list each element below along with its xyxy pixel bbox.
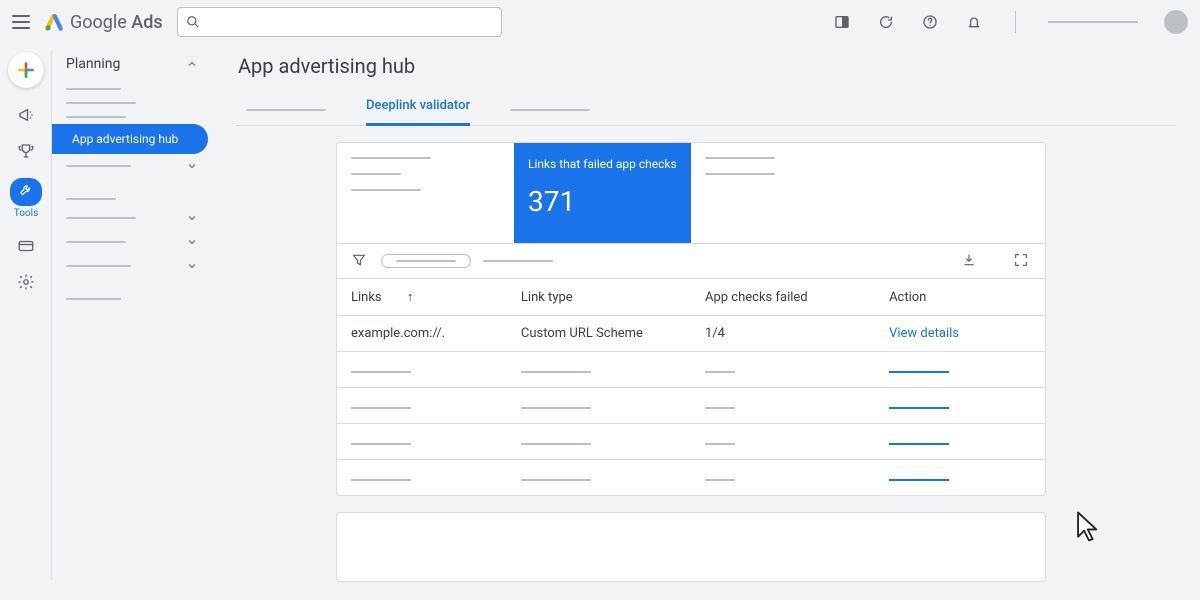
download-icon[interactable] [961,252,979,270]
results-table: Links ↑ Link type App checks failed Acti… [337,278,1045,495]
scorecard-failed[interactable]: Links that failed app checks 371 [514,143,691,243]
chevron-down-icon [186,260,198,272]
sidebar-item[interactable] [52,292,212,306]
scorecard[interactable] [691,143,868,243]
brand-text: Google Ads [70,12,163,33]
cell-action: View details [875,316,1045,352]
scorecard-label: Links that failed app checks [528,157,677,171]
action-placeholder[interactable] [889,371,949,373]
view-details-link[interactable]: View details [889,326,959,341]
chevron-down-icon [186,160,198,172]
action-placeholder[interactable] [889,479,949,481]
top-bar: Google Ads [0,0,1200,44]
account-placeholder[interactable] [1048,21,1138,23]
sidebar-item[interactable] [52,254,212,278]
sidebar-item[interactable] [52,82,212,96]
sidebar-item-app-hub[interactable]: App advertising hub [52,124,208,154]
sidebar-item[interactable] [52,206,212,230]
tools-icon [18,182,34,198]
col-action[interactable]: Action [875,279,1045,316]
sidebar-item[interactable] [52,96,212,110]
trophy-icon [17,142,35,160]
divider [1015,11,1016,33]
sidebar-item[interactable] [52,110,212,124]
side-panel: Planning App advertising hub [52,44,212,600]
sidebar-item[interactable] [52,230,212,254]
col-links[interactable]: Links ↑ [337,279,507,316]
sidebar-item[interactable] [52,192,212,206]
megaphone-icon [17,106,35,124]
menu-icon[interactable] [12,15,30,29]
product-logo[interactable]: Google Ads [44,12,163,33]
table-row[interactable] [337,460,1045,496]
left-rail: Tools [0,44,52,600]
filter-placeholder [483,260,553,262]
sidebar-item-label: App advertising hub [72,132,178,146]
action-placeholder[interactable] [889,407,949,409]
scorecards: Links that failed app checks 371 [337,143,1045,243]
sort-asc-icon: ↑ [407,290,414,305]
rail-billing[interactable] [8,237,44,255]
scorecard[interactable] [868,143,1045,243]
main-content: App advertising hub Deeplink validator L… [212,44,1200,600]
sidebar-item[interactable] [52,154,212,178]
col-checks[interactable]: App checks failed [691,279,875,316]
chevron-down-icon [186,212,198,224]
page-title: App advertising hub [238,54,1176,78]
cursor-icon [1074,510,1104,548]
card-icon [17,237,35,255]
scorecard-value: 371 [528,185,677,218]
rail-label: Tools [14,208,38,219]
validator-card: Links that failed app checks 371 [336,142,1046,496]
filter-bar [337,243,1045,278]
appearance-icon[interactable] [833,13,851,31]
rail-goals[interactable] [8,142,44,160]
tab-placeholder[interactable] [246,90,326,125]
help-icon[interactable] [921,13,939,31]
gear-icon [17,273,35,291]
chevron-down-icon [186,236,198,248]
rail-tools[interactable]: Tools [8,178,44,219]
scorecard[interactable] [337,143,514,243]
create-button[interactable] [8,52,44,88]
side-panel-title: Planning [66,56,120,72]
table-row[interactable] [337,424,1045,460]
header-label: Links [351,290,382,305]
search-icon [186,15,200,29]
fullscreen-icon[interactable] [1013,252,1031,270]
cell-link-type: Custom URL Scheme [507,316,691,352]
rail-campaigns[interactable] [8,106,44,124]
cell-checks: 1/4 [691,316,875,352]
avatar[interactable] [1164,10,1188,34]
table-header-row: Links ↑ Link type App checks failed Acti… [337,279,1045,316]
search-input[interactable] [177,7,502,37]
action-placeholder[interactable] [889,443,949,445]
table-row[interactable] [337,388,1045,424]
side-panel-header[interactable]: Planning [52,50,212,82]
chevron-up-icon [186,58,198,70]
secondary-card [336,512,1046,582]
ads-logo-icon [44,12,64,32]
filter-chip[interactable] [381,254,471,268]
filter-icon[interactable] [351,252,369,270]
tab-label: Deeplink validator [366,98,470,113]
tabs: Deeplink validator [236,88,1176,126]
tab-deeplink-validator[interactable]: Deeplink validator [366,88,470,126]
cell-link: example.com://. [337,316,507,352]
table-row[interactable]: example.com://. Custom URL Scheme 1/4 Vi… [337,316,1045,352]
col-link-type[interactable]: Link type [507,279,691,316]
refresh-icon[interactable] [877,13,895,31]
table-row[interactable] [337,352,1045,388]
plus-icon [16,60,36,80]
rail-admin[interactable] [8,273,44,291]
tab-placeholder[interactable] [510,90,590,125]
top-actions [833,10,1188,34]
notifications-icon[interactable] [965,13,983,31]
